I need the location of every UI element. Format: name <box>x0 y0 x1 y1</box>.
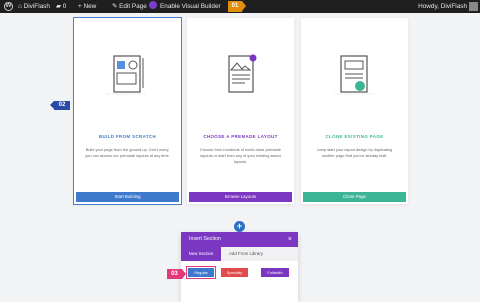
modal-tabs: New Section Add From Library <box>181 247 298 261</box>
enable-visual-builder-link[interactable]: Enable Visual Builder <box>149 0 221 13</box>
comment-icon: ▰ <box>56 3 61 10</box>
scratch-page-icon <box>107 55 147 95</box>
premade-layout-card[interactable]: CHOOSE A PREMADE LAYOUT Choose from hund… <box>187 18 294 204</box>
regular-section-button[interactable]: Regular <box>186 266 216 279</box>
tab-add-from-library[interactable]: Add From Library <box>223 247 269 261</box>
modal-header: Insert Section × <box>181 232 298 247</box>
howdy-user-link[interactable]: Howdy, DiviFlash <box>418 0 467 13</box>
wordpress-logo-icon[interactable] <box>4 2 13 11</box>
new-content-link[interactable]: + New <box>78 0 96 13</box>
edit-page-link[interactable]: ✎ Edit Page <box>112 0 147 13</box>
clone-page-card[interactable]: CLONE EXISTING PAGE Jump start your layo… <box>301 18 408 204</box>
step-02-badge: 02 <box>50 101 70 110</box>
step-03-badge: 03 <box>167 269 186 279</box>
clone-page-icon <box>334 55 374 95</box>
card-title: CLONE EXISTING PAGE <box>325 134 384 139</box>
layout-pack-icon <box>228 54 257 93</box>
build-from-scratch-card[interactable]: BUILD FROM SCRATCH Build your page from … <box>73 17 182 205</box>
card-description: Jump start your layout design by duplica… <box>316 147 393 158</box>
browse-layouts-button[interactable]: Browse Layouts <box>189 192 292 202</box>
close-icon[interactable]: × <box>288 232 292 247</box>
admin-bar: ⌂ DiviFlash ▰ 0 + New ✎ Edit Page Enable… <box>0 0 480 13</box>
avatar[interactable] <box>469 2 478 11</box>
comments-count: 0 <box>62 3 67 10</box>
insert-section-modal: Insert Section × New Section Add From Li… <box>181 232 298 302</box>
site-name-label: DiviFlash <box>23 3 50 10</box>
edit-page-label: Edit Page <box>119 3 147 10</box>
step-01-badge: 01 <box>228 1 246 12</box>
fullwidth-section-button[interactable]: Fullwidth <box>261 268 289 277</box>
divi-icon <box>149 1 157 9</box>
specialty-section-button[interactable]: Specialty <box>221 268 248 277</box>
card-description: Build your page from the ground up. Don'… <box>85 147 170 158</box>
card-title: BUILD FROM SCRATCH <box>98 134 157 139</box>
card-description: Choose from hundreds of world-class prem… <box>200 147 281 164</box>
tab-new-section[interactable]: New Section <box>181 247 221 261</box>
clone-page-button[interactable]: Clone Page <box>303 192 406 202</box>
card-title: CHOOSE A PREMADE LAYOUT <box>203 134 278 139</box>
comments-link[interactable]: ▰ 0 <box>56 0 66 13</box>
start-building-button[interactable]: Start Building <box>76 192 179 202</box>
modal-title: Insert Section <box>189 236 221 242</box>
pencil-icon: ✎ <box>112 3 118 10</box>
site-name-link[interactable]: ⌂ DiviFlash <box>18 0 50 13</box>
enable-visual-builder-label: Enable Visual Builder <box>160 3 221 10</box>
add-section-button[interactable]: + <box>234 221 245 232</box>
